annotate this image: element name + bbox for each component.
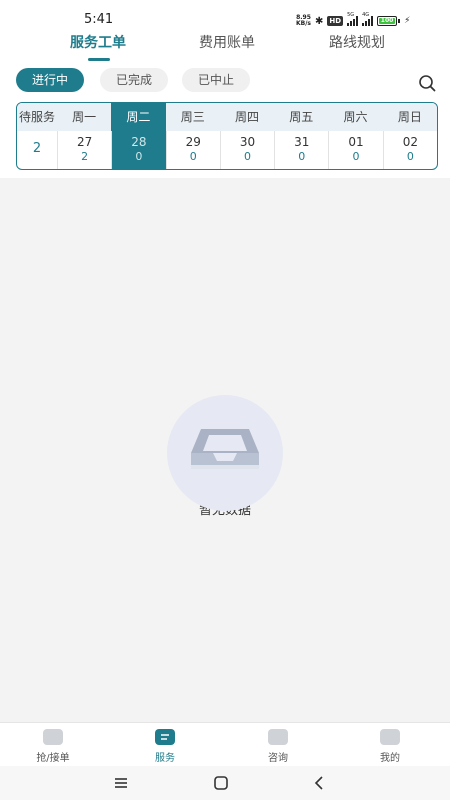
search-icon[interactable] <box>418 74 436 92</box>
day-date: 31 <box>294 135 310 149</box>
weekday-label: 周五 <box>289 110 314 124</box>
header-area: 5:41 8.95 KB/s ✱ HD 5G 4G 100 ⚡ 服务工单 费用账… <box>0 0 450 178</box>
calendar-day[interactable]: 30 0 <box>219 131 274 169</box>
nav-label: 我的 <box>380 753 400 764</box>
nav-service[interactable]: 服务 <box>135 729 195 764</box>
tab-route-planning[interactable]: 路线规划 <box>329 32 385 52</box>
day-order-count: 0 <box>135 150 143 163</box>
day-date: 29 <box>185 135 201 149</box>
calendar-day[interactable]: 27 2 <box>57 131 111 169</box>
charging-icon: ⚡ <box>404 16 411 26</box>
profile-icon <box>380 729 400 745</box>
home-icon[interactable] <box>212 774 230 792</box>
day-order-count: 2 <box>81 150 89 163</box>
weekday-label: 周四 <box>234 110 259 124</box>
day-order-count: 0 <box>406 150 414 163</box>
pending-count: 2 <box>32 141 42 156</box>
battery-icon: 100 <box>377 16 401 26</box>
grab-order-icon <box>43 729 63 745</box>
service-icon <box>155 729 175 745</box>
calendar-day[interactable]: 31 0 <box>274 131 328 169</box>
weekday-label: 周一 <box>72 110 97 124</box>
network-speed: 8.95 KB/s <box>296 15 311 27</box>
day-date: 27 <box>77 135 93 149</box>
status-bar: 5:41 8.95 KB/s ✱ HD 5G 4G 100 ⚡ <box>0 8 450 32</box>
clock: 5:41 <box>84 12 114 27</box>
calendar-days: 2 27 2 28 0 29 0 30 0 31 0 01 0 02 0 <box>17 131 437 169</box>
filter-terminated[interactable]: 已中止 <box>182 68 250 92</box>
signal-5g-icon: 5G <box>347 12 359 26</box>
signal-4g-label: 4G <box>362 12 370 18</box>
filter-completed[interactable]: 已完成 <box>100 68 168 92</box>
calendar-day-selected[interactable]: 28 0 <box>111 131 166 169</box>
nav-label: 服务 <box>155 753 175 764</box>
calendar-day[interactable]: 02 0 <box>382 131 437 169</box>
battery-level: 100 <box>379 17 396 24</box>
filter-in-progress[interactable]: 进行中 <box>16 68 84 92</box>
weekday-label: 周三 <box>180 110 205 124</box>
day-date: 30 <box>239 135 256 149</box>
pending-label: 待服务 <box>18 110 55 124</box>
empty-state: 暂无数据 <box>0 395 450 518</box>
bottom-nav: 抢/接单 服务 咨询 我的 <box>0 722 450 766</box>
tab-billing[interactable]: 费用账单 <box>199 32 255 52</box>
empty-tray-icon <box>167 395 283 511</box>
hd-badge: HD <box>327 16 344 26</box>
nav-grab-order[interactable]: 抢/接单 <box>23 729 83 764</box>
app-screen: 5:41 8.95 KB/s ✱ HD 5G 4G 100 ⚡ 服务工单 费用账… <box>0 0 450 800</box>
signal-4g-icon: 4G <box>362 12 374 26</box>
day-date: 28 <box>131 135 147 149</box>
top-tabs: 服务工单 费用账单 路线规划 <box>0 30 450 66</box>
day-order-count: 0 <box>189 150 197 163</box>
week-calendar: 待服务 周一 周二 周三 周四 周五 周六 周日 2 27 2 28 0 29 … <box>16 102 438 170</box>
nav-consult[interactable]: 咨询 <box>248 729 308 764</box>
chat-icon <box>268 729 288 745</box>
day-order-count: 0 <box>352 150 360 163</box>
nav-profile[interactable]: 我的 <box>360 729 420 764</box>
weekday-label: 周六 <box>343 110 368 124</box>
weekday-label: 周日 <box>397 110 422 124</box>
signal-5g-label: 5G <box>347 12 355 18</box>
calendar-day[interactable]: 01 0 <box>328 131 382 169</box>
system-navigation-bar <box>0 766 450 800</box>
calendar-header: 待服务 周一 周二 周三 周四 周五 周六 周日 <box>17 103 437 131</box>
network-speed-unit: KB/s <box>296 20 311 27</box>
day-order-count: 0 <box>298 150 306 163</box>
active-tab-indicator <box>88 58 110 61</box>
nav-label: 抢/接单 <box>36 753 70 764</box>
day-order-count: 0 <box>243 150 251 163</box>
nav-label: 咨询 <box>268 753 288 764</box>
day-date: 02 <box>402 135 418 149</box>
back-icon[interactable] <box>311 774 329 792</box>
status-icons: 8.95 KB/s ✱ HD 5G 4G 100 ⚡ <box>296 12 411 29</box>
weekday-label: 周二 <box>111 103 166 131</box>
calendar-day[interactable]: 29 0 <box>165 131 220 169</box>
bluetooth-icon: ✱ <box>315 15 324 27</box>
menu-icon[interactable] <box>112 774 130 792</box>
day-date: 01 <box>348 135 364 149</box>
tab-service-orders[interactable]: 服务工单 <box>70 32 126 52</box>
